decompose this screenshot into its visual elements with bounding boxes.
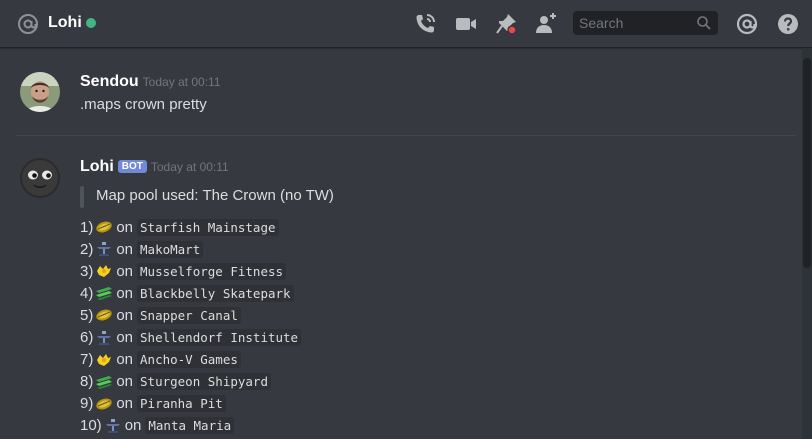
quote-bar xyxy=(80,186,84,208)
map-name: Shellendorf Institute xyxy=(137,329,302,347)
list-item: 3) on Musselforge Fitness xyxy=(80,260,301,282)
message-divider xyxy=(16,135,796,136)
map-name: Snapper Canal xyxy=(137,306,241,324)
search-icon xyxy=(697,16,711,30)
tower-control-icon xyxy=(95,241,113,257)
map-name: Starfish Mainstage xyxy=(137,218,279,236)
quote-text: Map pool used: The Crown (no TW) xyxy=(96,187,334,204)
row-number: 9) xyxy=(80,395,94,413)
row-number: 6) xyxy=(80,329,94,347)
row-number: 4) xyxy=(80,284,94,302)
list-item: 10) on Manta Maria xyxy=(80,415,301,437)
message-header: Lohi BOT Today at 00:11 xyxy=(80,158,229,176)
avatar[interactable] xyxy=(20,158,60,198)
list-item: 4) on Blackbelly Skatepark xyxy=(80,282,301,304)
channel-name: Lohi xyxy=(48,14,82,31)
list-item: 5) on Snapper Canal xyxy=(80,304,301,326)
list-item: 1) on Starfish Mainstage xyxy=(80,216,301,238)
list-item: 6) on Shellendorf Institute xyxy=(80,326,302,348)
scrollbar-thumb[interactable] xyxy=(803,58,811,268)
avatar[interactable] xyxy=(20,72,60,112)
row-number: 3) xyxy=(80,262,94,280)
rainmaker-icon xyxy=(95,396,113,412)
map-name: Ancho-V Games xyxy=(137,351,241,369)
on-text: on xyxy=(116,329,134,347)
map-name: Sturgeon Shipyard xyxy=(137,373,271,391)
author-name[interactable]: Sendou xyxy=(80,73,139,90)
on-text: on xyxy=(116,373,134,391)
row-number: 2) xyxy=(80,240,94,258)
map-list: 1) on Starfish Mainstage 2) on MakoMart 3) on Mu… xyxy=(80,216,302,437)
message-header: Sendou Today at 00:11 xyxy=(80,73,221,91)
call-icon[interactable] xyxy=(413,12,437,36)
message-timestamp: Today at 00:11 xyxy=(142,75,221,89)
map-name: Piranha Pit xyxy=(137,395,226,413)
map-name: Manta Maria xyxy=(145,417,235,435)
clam-blitz-icon xyxy=(95,263,113,279)
on-text: on xyxy=(124,417,142,435)
map-name: Musselforge Fitness xyxy=(137,262,287,280)
mention-icon[interactable] xyxy=(735,12,759,36)
rainmaker-icon xyxy=(95,307,113,323)
add-user-icon[interactable] xyxy=(534,12,558,36)
on-text: on xyxy=(116,218,134,236)
tower-control-icon xyxy=(95,330,113,346)
list-item: 7) on Ancho-V Games xyxy=(80,349,301,371)
rainmaker-icon xyxy=(95,219,113,235)
video-icon[interactable] xyxy=(454,12,478,36)
search-input[interactable] xyxy=(579,14,689,32)
on-text: on xyxy=(116,240,134,258)
row-number: 5) xyxy=(80,306,94,324)
on-text: on xyxy=(116,395,134,413)
on-text: on xyxy=(116,262,134,280)
online-status-dot xyxy=(86,18,96,28)
channel-header: Lohi xyxy=(0,0,812,48)
on-text: on xyxy=(116,284,134,302)
row-number: 10) xyxy=(80,417,102,435)
author-name[interactable]: Lohi xyxy=(80,158,114,175)
on-text: on xyxy=(116,306,134,324)
on-text: on xyxy=(116,351,134,369)
message-timestamp: Today at 00:11 xyxy=(150,160,229,174)
clam-blitz-icon xyxy=(95,352,113,368)
at-sign-icon xyxy=(18,14,38,34)
map-name: MakoMart xyxy=(137,240,204,258)
row-number: 7) xyxy=(80,351,94,369)
list-item: 2) on MakoMart xyxy=(80,238,301,260)
splat-zones-icon xyxy=(95,374,113,390)
message-text: .maps crown pretty xyxy=(80,96,207,113)
pin-icon[interactable] xyxy=(494,12,518,36)
search-box[interactable] xyxy=(573,11,718,35)
list-item: 8) on Sturgeon Shipyard xyxy=(80,371,301,393)
list-item: 9) on Piranha Pit xyxy=(80,393,301,415)
tower-control-icon xyxy=(104,418,122,434)
splat-zones-icon xyxy=(95,285,113,301)
help-icon[interactable] xyxy=(776,12,800,36)
bot-badge: BOT xyxy=(117,160,147,173)
map-name: Blackbelly Skatepark xyxy=(137,284,294,302)
row-number: 8) xyxy=(80,373,94,391)
row-number: 1) xyxy=(80,218,94,236)
